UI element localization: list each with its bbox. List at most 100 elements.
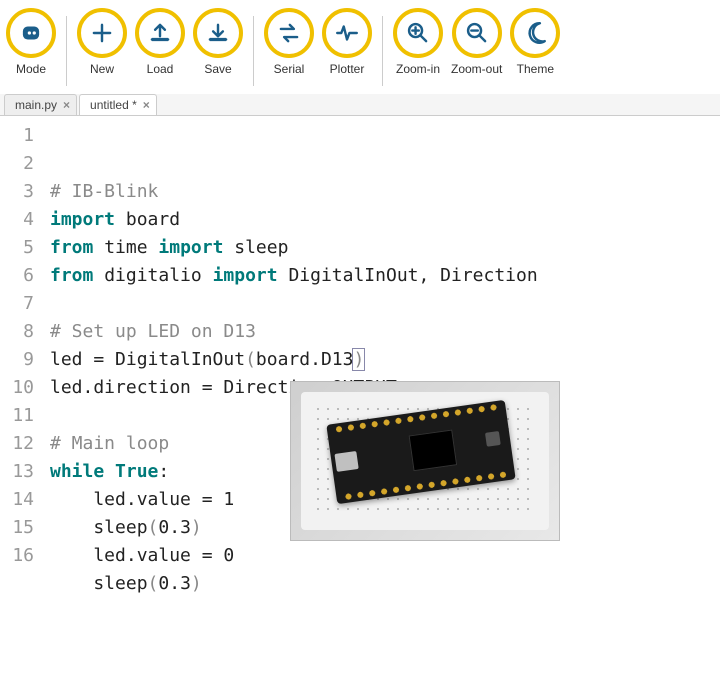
zoom-in-button[interactable]: Zoom-in bbox=[393, 8, 443, 76]
token-text: sleep bbox=[50, 573, 148, 594]
toolbar-label: Load bbox=[147, 62, 174, 76]
toolbar-label: New bbox=[90, 62, 114, 76]
token-text: 0.3 bbox=[158, 573, 191, 594]
line-number: 11 bbox=[0, 402, 34, 430]
token-text: sleep bbox=[50, 517, 148, 538]
token-punc: ( bbox=[245, 349, 256, 370]
pulse-icon bbox=[322, 8, 372, 58]
toolbar-label: Save bbox=[204, 62, 231, 76]
toolbar-label: Mode bbox=[16, 62, 46, 76]
toolbar-label: Plotter bbox=[330, 62, 365, 76]
new-button[interactable]: New bbox=[77, 8, 127, 76]
token-text: 0.3 bbox=[158, 517, 191, 538]
line-number: 5 bbox=[0, 234, 34, 262]
token-text: led.value = bbox=[50, 545, 223, 566]
code-editor[interactable]: 12345678910111213141516 # IB-Blinkimport… bbox=[0, 116, 720, 682]
upload-icon bbox=[135, 8, 185, 58]
robot-icon bbox=[6, 8, 56, 58]
token-comment: # Set up LED on D13 bbox=[50, 321, 256, 342]
line-number: 12 bbox=[0, 430, 34, 458]
token-punc: ( bbox=[148, 573, 159, 594]
code-area[interactable]: # IB-Blinkimport boardfrom time import s… bbox=[44, 116, 538, 682]
toolbar-label: Zoom-out bbox=[451, 62, 502, 76]
zoom-out-icon bbox=[452, 8, 502, 58]
token-keyword: import bbox=[50, 209, 115, 230]
serial-button[interactable]: Serial bbox=[264, 8, 314, 76]
tab[interactable]: untitled * × bbox=[79, 94, 157, 115]
load-button[interactable]: Load bbox=[135, 8, 185, 76]
line-number: 10 bbox=[0, 374, 34, 402]
token-keyword: while bbox=[50, 461, 104, 482]
plus-icon bbox=[77, 8, 127, 58]
token-keyword: True bbox=[115, 461, 158, 482]
plotter-button[interactable]: Plotter bbox=[322, 8, 372, 76]
line-number: 1 bbox=[0, 122, 34, 150]
line-number: 4 bbox=[0, 206, 34, 234]
download-icon bbox=[193, 8, 243, 58]
code-line[interactable]: # IB-Blink bbox=[50, 178, 538, 206]
line-number: 3 bbox=[0, 178, 34, 206]
code-line[interactable]: from time import sleep bbox=[50, 234, 538, 262]
token-punc: ) bbox=[191, 573, 202, 594]
line-number: 2 bbox=[0, 150, 34, 178]
token-text: board bbox=[115, 209, 180, 230]
token-text: sleep bbox=[223, 237, 288, 258]
token-text: led.value = bbox=[50, 489, 223, 510]
line-number: 13 bbox=[0, 458, 34, 486]
token-text: DigitalInOut, Direction bbox=[278, 265, 538, 286]
token-text: led = DigitalInOut bbox=[50, 349, 245, 370]
code-line[interactable] bbox=[50, 598, 538, 626]
line-number: 7 bbox=[0, 290, 34, 318]
mode-button[interactable]: Mode bbox=[6, 8, 56, 76]
tab-label: main.py bbox=[15, 98, 57, 112]
line-number: 6 bbox=[0, 262, 34, 290]
token-text: board.D13 bbox=[256, 349, 354, 370]
line-number: 15 bbox=[0, 514, 34, 542]
code-line[interactable]: from digitalio import DigitalInOut, Dire… bbox=[50, 262, 538, 290]
token-keyword: import bbox=[158, 237, 223, 258]
code-line[interactable]: led = DigitalInOut(board.D13) bbox=[50, 346, 538, 374]
toolbar-label: Theme bbox=[517, 62, 554, 76]
token-punc: ) bbox=[191, 517, 202, 538]
close-icon[interactable]: × bbox=[63, 98, 70, 112]
line-number: 8 bbox=[0, 318, 34, 346]
token-text bbox=[104, 461, 115, 482]
code-line[interactable]: led.value = 0 bbox=[50, 542, 538, 570]
zoom-out-button[interactable]: Zoom-out bbox=[451, 8, 502, 76]
moon-icon bbox=[510, 8, 560, 58]
toolbar-separator bbox=[253, 16, 254, 86]
token-text: time bbox=[93, 237, 158, 258]
token-comment: # Main loop bbox=[50, 433, 169, 454]
toolbar-label: Serial bbox=[274, 62, 305, 76]
toolbar-separator bbox=[382, 16, 383, 86]
code-line[interactable] bbox=[50, 290, 538, 318]
line-number: 14 bbox=[0, 486, 34, 514]
save-button[interactable]: Save bbox=[193, 8, 243, 76]
theme-button[interactable]: Theme bbox=[510, 8, 560, 76]
line-number: 9 bbox=[0, 346, 34, 374]
code-line[interactable]: # Set up LED on D13 bbox=[50, 318, 538, 346]
token-text: digitalio bbox=[93, 265, 212, 286]
token-keyword: from bbox=[50, 237, 93, 258]
toolbar-label: Zoom-in bbox=[396, 62, 440, 76]
tab-label: untitled * bbox=[90, 98, 137, 112]
line-gutter: 12345678910111213141516 bbox=[0, 116, 44, 682]
token-text: 1 bbox=[223, 489, 234, 510]
tab[interactable]: main.py × bbox=[4, 94, 77, 115]
toolbar: Mode New Load Save Serial Plotter Zoom-in Zoom-… bbox=[0, 0, 720, 90]
token-keyword: from bbox=[50, 265, 93, 286]
code-line[interactable]: import board bbox=[50, 206, 538, 234]
line-number: 16 bbox=[0, 542, 34, 570]
token-punc: ( bbox=[148, 517, 159, 538]
token-keyword: import bbox=[213, 265, 278, 286]
board-photo bbox=[290, 381, 560, 541]
token-comment: # IB-Blink bbox=[50, 181, 158, 202]
close-icon[interactable]: × bbox=[143, 98, 150, 112]
token-text: : bbox=[158, 461, 169, 482]
code-line[interactable]: sleep(0.3) bbox=[50, 570, 538, 598]
toolbar-separator bbox=[66, 16, 67, 86]
tab-bar: main.py × untitled * × bbox=[0, 94, 720, 116]
zoom-in-icon bbox=[393, 8, 443, 58]
token-text: 0 bbox=[223, 545, 234, 566]
arrows-icon bbox=[264, 8, 314, 58]
